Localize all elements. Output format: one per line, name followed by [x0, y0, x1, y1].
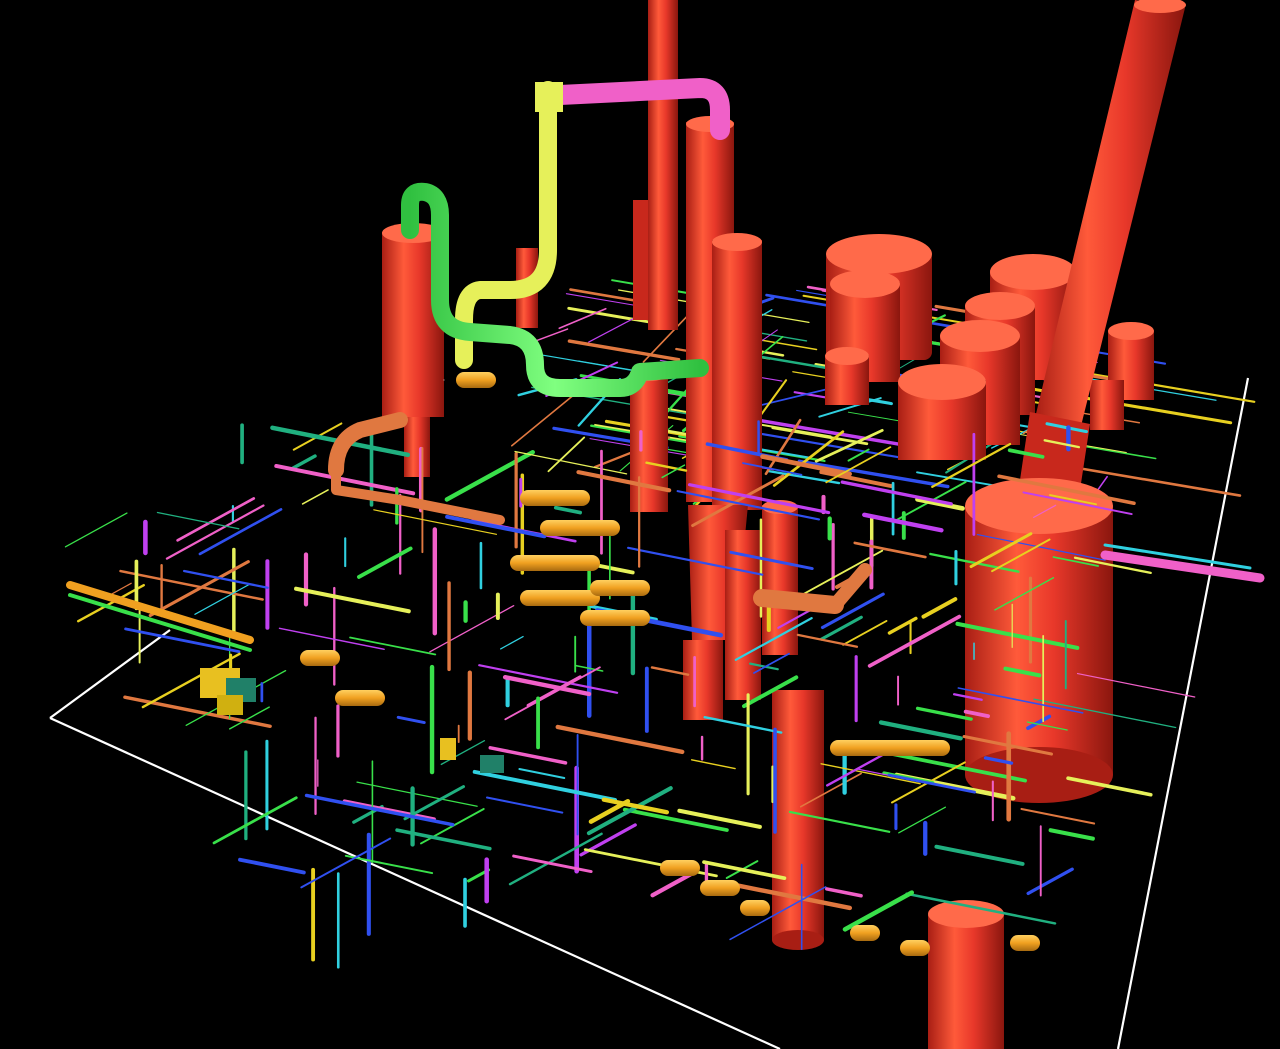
exchanger-drum [900, 940, 930, 956]
chimney-center [633, 0, 678, 330]
pipe-segment [853, 541, 927, 559]
exchanger-drum [520, 490, 590, 506]
pipe-segment [898, 806, 947, 834]
pipe-segment [1026, 867, 1074, 896]
pipe-segment [825, 887, 863, 898]
pipe-segment [510, 391, 578, 447]
pipe-segment [294, 586, 411, 614]
pipe-segment [165, 504, 265, 560]
pipe-segment [826, 750, 891, 787]
exchanger-drum [580, 610, 650, 626]
pipe-segment [934, 844, 1025, 866]
pipe-segment [278, 627, 385, 650]
pipe-segment [622, 807, 729, 832]
exchanger-drum [456, 372, 496, 388]
exchanger-drum [520, 590, 600, 606]
pipe-segment [301, 489, 329, 505]
pipe-segment [703, 716, 783, 734]
pipe-segment [156, 511, 240, 530]
pipe-segment [349, 636, 437, 656]
pipe-segment [304, 793, 455, 827]
pipe-segment [588, 799, 631, 824]
exchanger-drum [540, 520, 620, 536]
exchanger-drum [830, 740, 950, 756]
pipe-segment [500, 635, 524, 650]
exchanger-drum [590, 580, 650, 596]
pipe-segment [650, 666, 690, 676]
pipe-segment [485, 796, 564, 814]
pipe-segment [472, 769, 617, 802]
pipe-segment [429, 605, 515, 653]
pipe-segment [1048, 828, 1095, 841]
exchanger-drum [335, 690, 385, 706]
exchanger-drum [740, 900, 770, 916]
pipe-segment [212, 796, 298, 845]
exchanger-drum [510, 555, 600, 571]
pipe-segment [357, 546, 413, 579]
exchanger-drum [300, 650, 340, 666]
pipe-segment [396, 715, 426, 724]
pipe-segment [356, 781, 478, 807]
exchanger-drum [850, 925, 880, 941]
pipe-segment [842, 890, 915, 932]
pipe-segment [921, 597, 958, 619]
plant-model-scene [49, 0, 1265, 1049]
pipe-segment [518, 768, 566, 779]
pipe-segment [567, 339, 681, 362]
pipe-segment [867, 614, 962, 668]
pipe-segment [738, 415, 901, 446]
pipe-segment [238, 857, 306, 875]
pipe-segment [553, 505, 582, 515]
pipe-segment [198, 508, 283, 556]
pipe-segment [1020, 807, 1096, 825]
pipe-segment [512, 854, 593, 873]
pipe-segment [887, 616, 918, 635]
pipe-segment [887, 773, 976, 794]
pipe-segment [291, 454, 317, 470]
pipe-segment [690, 759, 736, 770]
pipe-segment [915, 706, 973, 721]
pipe-segment [547, 436, 586, 473]
pipe-segment [555, 724, 685, 755]
exchanger-drum [1010, 935, 1040, 951]
pipe-segment [64, 512, 128, 548]
exchanger-drum [660, 860, 700, 876]
pipe-segment [514, 450, 628, 475]
exchanger-drum [700, 880, 740, 896]
pipe-segment [819, 615, 863, 641]
pipe-segment [878, 720, 963, 741]
